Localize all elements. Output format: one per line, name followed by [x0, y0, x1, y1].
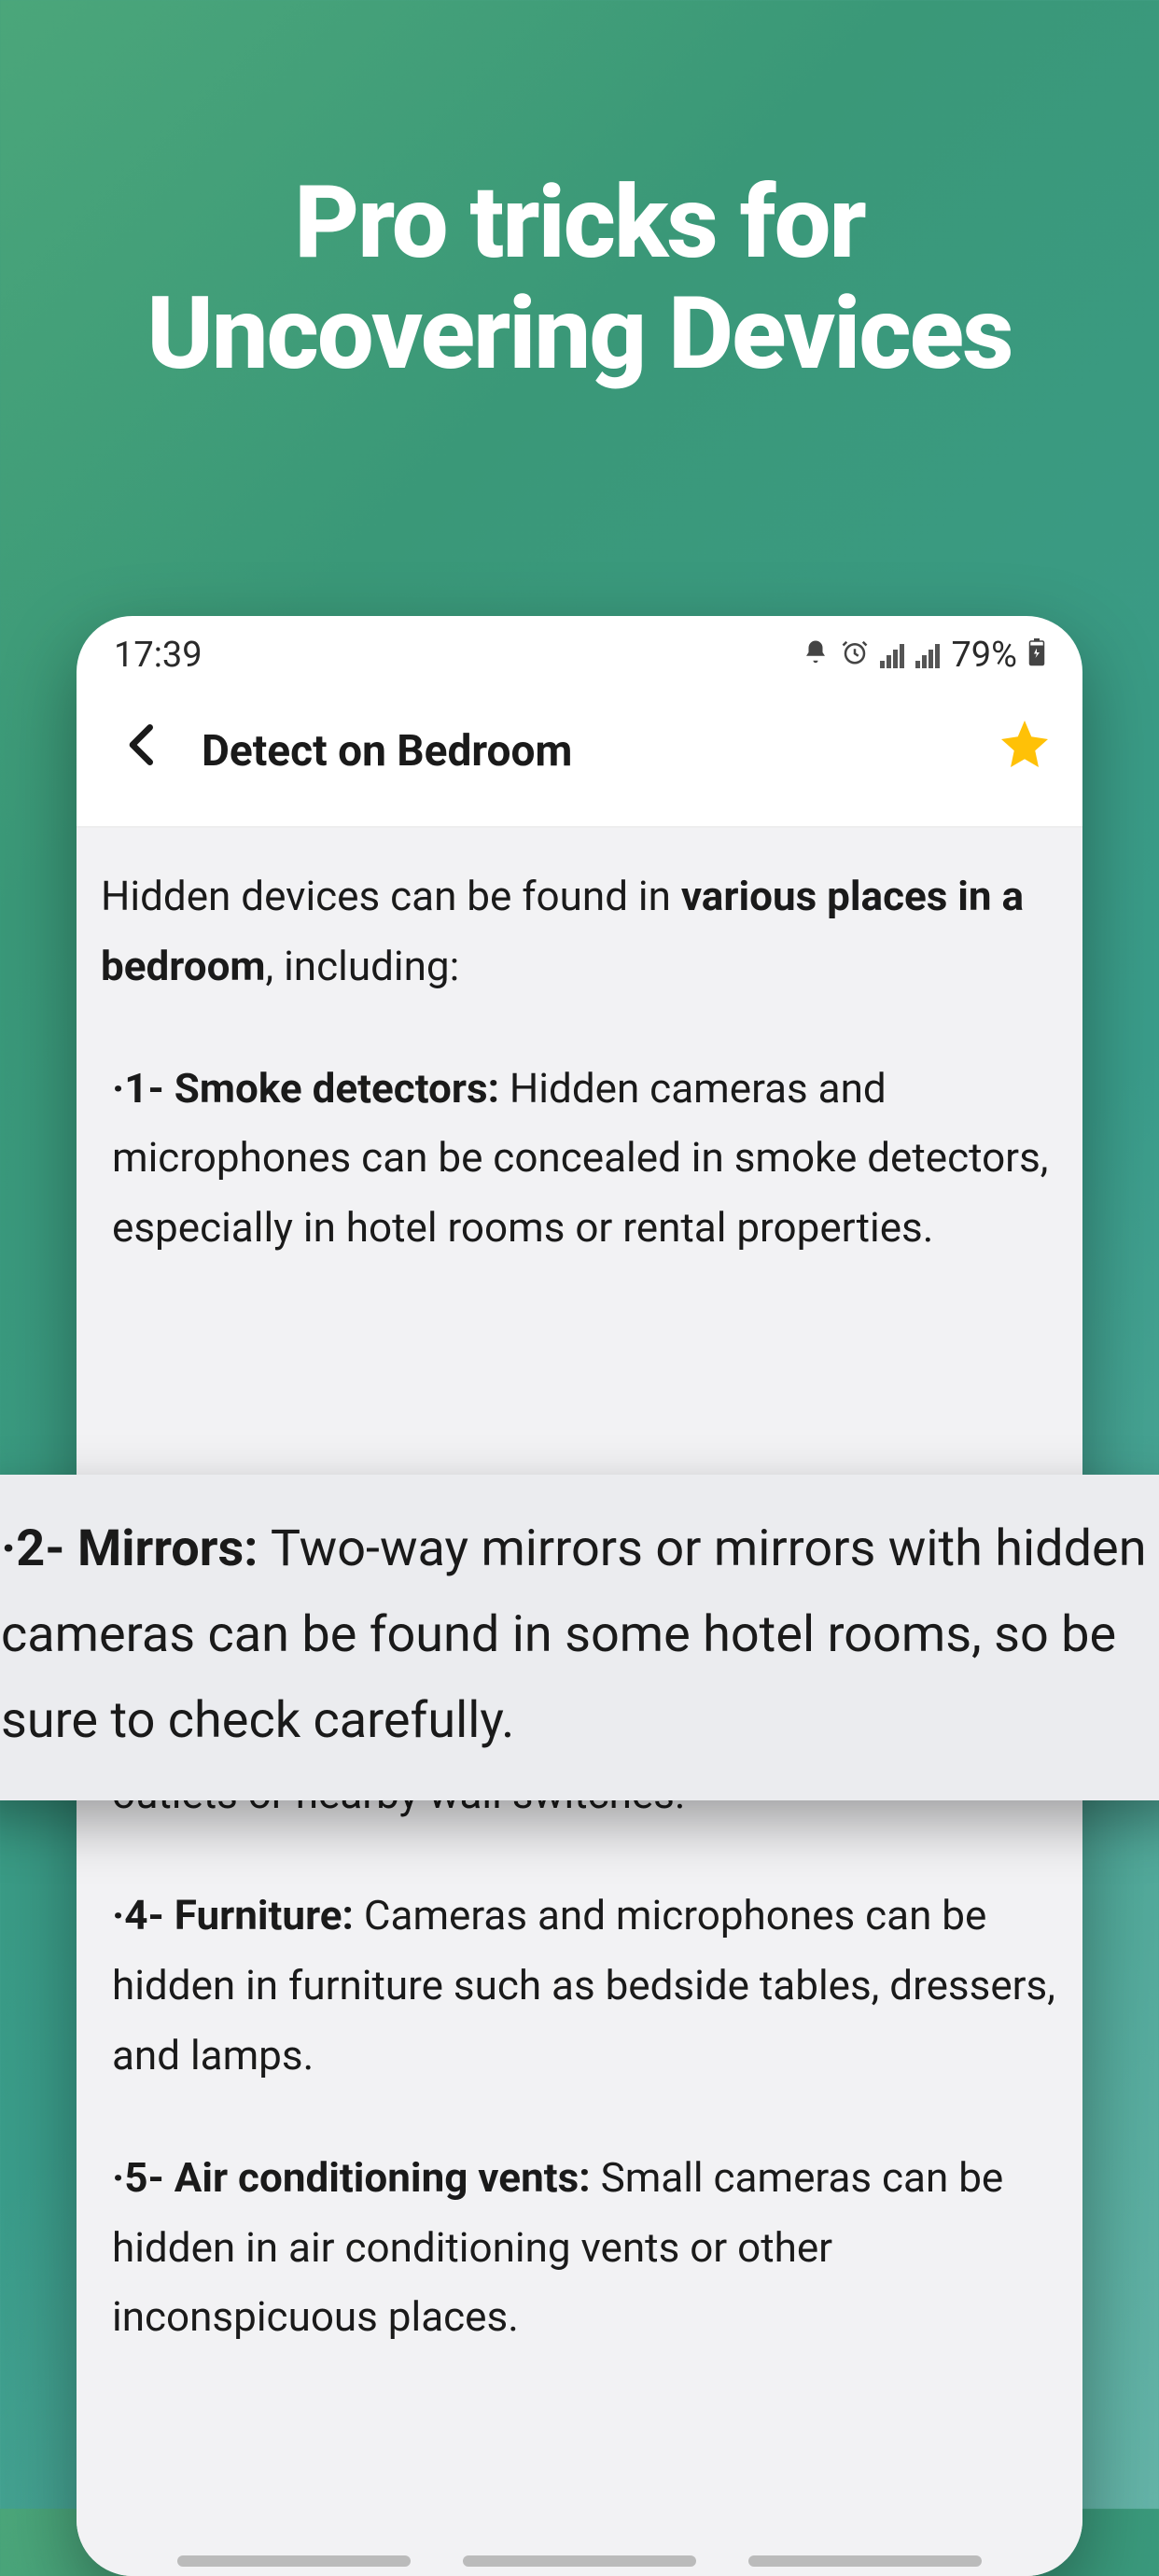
battery-percent: 79% — [951, 635, 1017, 676]
promo-headline: Pro tricks for Uncovering Devices — [0, 0, 1159, 390]
alarm-icon — [841, 635, 869, 676]
highlighted-tip-card: ·2- Mirrors: Two-way mirrors or mirrors … — [0, 1475, 1159, 1800]
tip-item-4: ·4- Furniture: Cameras and microphones c… — [101, 1881, 1058, 2090]
status-right: 79% — [802, 635, 1045, 676]
tip-item-5: ·5- Air conditioning vents: Small camera… — [101, 2143, 1058, 2352]
status-bar: 17:39 79% — [77, 616, 1082, 685]
back-button[interactable] — [106, 713, 174, 789]
tip-1-num: ·1- — [112, 1064, 175, 1113]
tip-4-title: Furniture: — [175, 1891, 364, 1939]
promo-line-1: Pro tricks for — [294, 164, 864, 282]
page-title: Detect on Bedroom — [202, 726, 572, 777]
chevron-left-icon — [125, 722, 155, 767]
gesture-nav — [77, 2555, 1082, 2567]
tip-1-title: Smoke detectors: — [175, 1064, 510, 1113]
back-pill[interactable] — [748, 2555, 982, 2567]
tip-4-num: ·4- — [112, 1891, 175, 1939]
app-header: Detect on Bedroom — [77, 685, 1082, 828]
tip-2-num: ·2- — [1, 1519, 77, 1578]
promo-line-2: Uncovering Devices — [147, 275, 1012, 393]
tip-5-title: Air conditioning vents: — [175, 2153, 601, 2202]
home-pill[interactable] — [463, 2555, 696, 2567]
status-time: 17:39 — [114, 635, 202, 676]
signal-icon-2 — [915, 642, 940, 668]
tip-5-num: ·5- — [112, 2153, 175, 2202]
intro-plain: Hidden devices can be found in — [101, 872, 681, 920]
intro-tail: , including: — [266, 942, 460, 990]
battery-icon — [1028, 635, 1045, 676]
recent-apps-pill[interactable] — [177, 2555, 411, 2567]
star-icon — [997, 716, 1053, 772]
notification-icon — [802, 635, 830, 676]
signal-icon-1 — [880, 642, 904, 668]
intro-text: Hidden devices can be found in various p… — [101, 861, 1058, 1001]
favorite-button[interactable] — [997, 716, 1053, 786]
tip-item-1: ·1- Smoke detectors: Hidden cameras and … — [101, 1054, 1058, 1263]
tip-2-title: Mirrors: — [77, 1519, 271, 1578]
